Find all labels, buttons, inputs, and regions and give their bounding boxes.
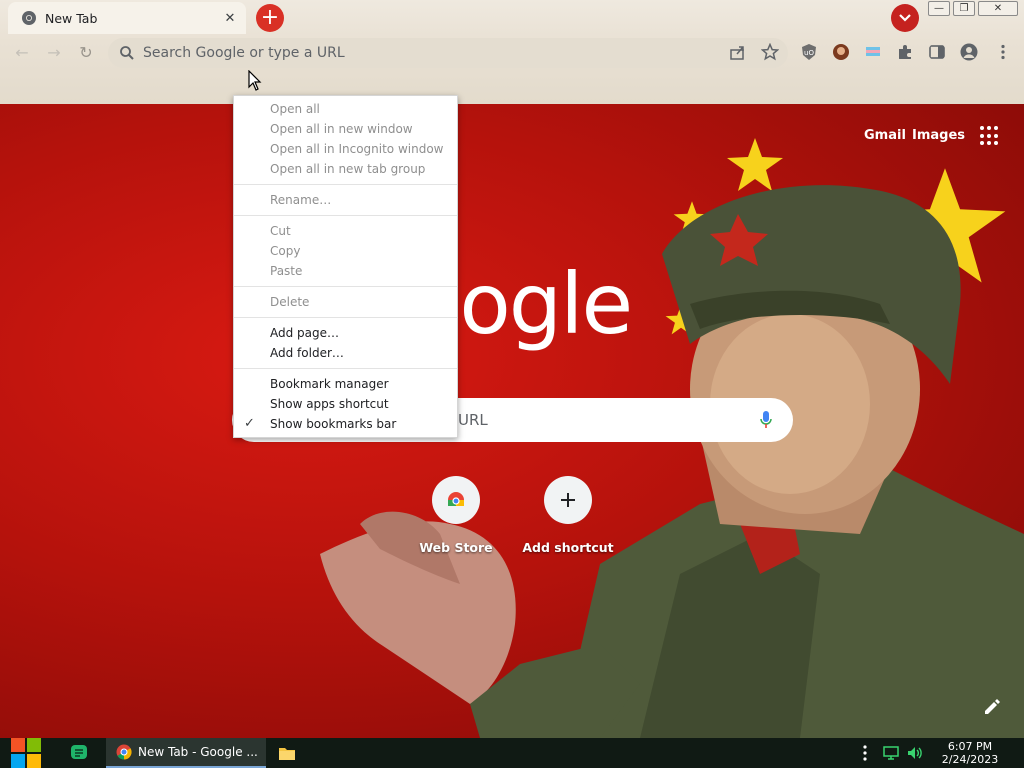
shortcut-web-store[interactable]: Web Store [406, 476, 506, 555]
chevron-down-icon [899, 14, 911, 22]
mouse-cursor-icon [248, 70, 262, 91]
menu-separator [234, 286, 457, 287]
volume-icon[interactable] [906, 738, 924, 768]
taskbar-chat-app[interactable] [70, 738, 94, 768]
menu-item-label: Show bookmarks bar [270, 417, 397, 431]
tab-title: New Tab [45, 10, 98, 26]
restore-button[interactable]: ❐ [953, 1, 975, 16]
gmail-link[interactable]: Gmail [864, 128, 906, 143]
menu-item-show-apps-shortcut[interactable]: Show apps shortcut [234, 394, 457, 414]
menu-separator [234, 215, 457, 216]
menu-separator [234, 368, 457, 369]
profile-extension-icon[interactable] [832, 43, 850, 61]
menu-item-cut[interactable]: Cut [234, 221, 457, 241]
menu-item-open-all[interactable]: Open all [234, 99, 457, 119]
search-icon [120, 46, 134, 60]
tab-new-tab[interactable]: New Tab ✕ [8, 2, 246, 34]
menu-item-open-all-new-window[interactable]: Open all in new window [234, 119, 457, 139]
back-button[interactable]: ← [12, 43, 32, 63]
omnibox[interactable] [108, 38, 788, 68]
windows-logo-icon [11, 738, 41, 768]
menu-separator [234, 317, 457, 318]
minimize-button[interactable]: — [928, 1, 950, 16]
taskbar-file-explorer[interactable] [278, 738, 302, 768]
kebab-menu-icon[interactable] [994, 43, 1012, 61]
menu-item-show-bookmarks-bar[interactable]: ✓ Show bookmarks bar [234, 414, 457, 434]
tab-search-button[interactable] [891, 4, 919, 32]
profile-avatar-icon[interactable] [960, 43, 978, 61]
menu-item-paste[interactable]: Paste [234, 261, 457, 281]
menu-separator [234, 184, 457, 185]
shortcut-add[interactable]: Add shortcut [518, 476, 618, 555]
menu-item-copy[interactable]: Copy [234, 241, 457, 261]
menu-item-open-all-incognito[interactable]: Open all in Incognito window [234, 139, 457, 159]
close-tab-icon[interactable]: ✕ [222, 10, 238, 26]
menu-item-add-page[interactable]: Add page… [234, 323, 457, 343]
omnibox-input[interactable] [143, 45, 788, 61]
chrome-icon [21, 10, 37, 26]
menu-item-open-all-tab-group[interactable]: Open all in new tab group [234, 159, 457, 179]
flag-extension-icon[interactable] [864, 43, 882, 61]
clock-time: 6:07 PM [947, 740, 993, 753]
browser-chrome: New Tab ✕ + — ❐ ✕ ← → ↻ Search Google or… [0, 0, 1024, 104]
shortcut-label: Web Store [419, 540, 493, 555]
bookmark-star-icon[interactable] [761, 43, 779, 61]
taskbar: New Tab - Google ... 6:07 PM 2/24/2023 [0, 738, 1024, 768]
extensions-puzzle-icon[interactable] [896, 43, 914, 61]
add-icon [544, 476, 592, 524]
chrome-icon [116, 744, 132, 760]
close-window-button[interactable]: ✕ [978, 1, 1018, 16]
taskbar-chrome-window[interactable]: New Tab - Google ... [106, 738, 266, 768]
new-tab-button[interactable]: + [256, 4, 284, 32]
side-panel-icon[interactable] [928, 43, 946, 61]
folder-icon [279, 748, 295, 760]
chat-app-icon [71, 745, 87, 759]
forward-button[interactable]: → [44, 43, 64, 63]
start-button[interactable] [10, 738, 44, 768]
search-box-placeholder: URL [458, 411, 488, 429]
network-icon[interactable] [882, 738, 900, 768]
shortcut-label: Add shortcut [522, 540, 614, 555]
system-clock[interactable]: 6:07 PM 2/24/2023 [930, 740, 1010, 766]
web-store-icon [432, 476, 480, 524]
google-apps-icon[interactable] [980, 126, 1000, 146]
clock-date: 2/24/2023 [941, 753, 999, 766]
reload-button[interactable]: ↻ [76, 43, 96, 63]
ublock-extension-icon[interactable]: uO [800, 43, 818, 61]
microphone-icon[interactable] [759, 410, 773, 430]
menu-item-bookmark-manager[interactable]: Bookmark manager [234, 374, 457, 394]
images-link[interactable]: Images [912, 128, 965, 143]
tray-overflow-icon[interactable] [860, 738, 870, 768]
tab-strip: New Tab ✕ + — ❐ ✕ [0, 0, 1024, 34]
customize-pencil-icon[interactable] [980, 694, 1004, 718]
taskbar-chrome-label: New Tab - Google ... [138, 745, 258, 759]
menu-item-add-folder[interactable]: Add folder… [234, 343, 457, 363]
new-tab-page: Gmail Images oogle URL Web Store Add sho… [0, 104, 1024, 738]
checkmark-icon: ✓ [244, 416, 255, 431]
menu-item-delete[interactable]: Delete [234, 292, 457, 312]
svg-text:uO: uO [804, 49, 814, 57]
bookmarks-context-menu: Open all Open all in new window Open all… [233, 95, 458, 438]
menu-item-rename[interactable]: Rename… [234, 190, 457, 210]
share-icon[interactable] [729, 43, 747, 61]
